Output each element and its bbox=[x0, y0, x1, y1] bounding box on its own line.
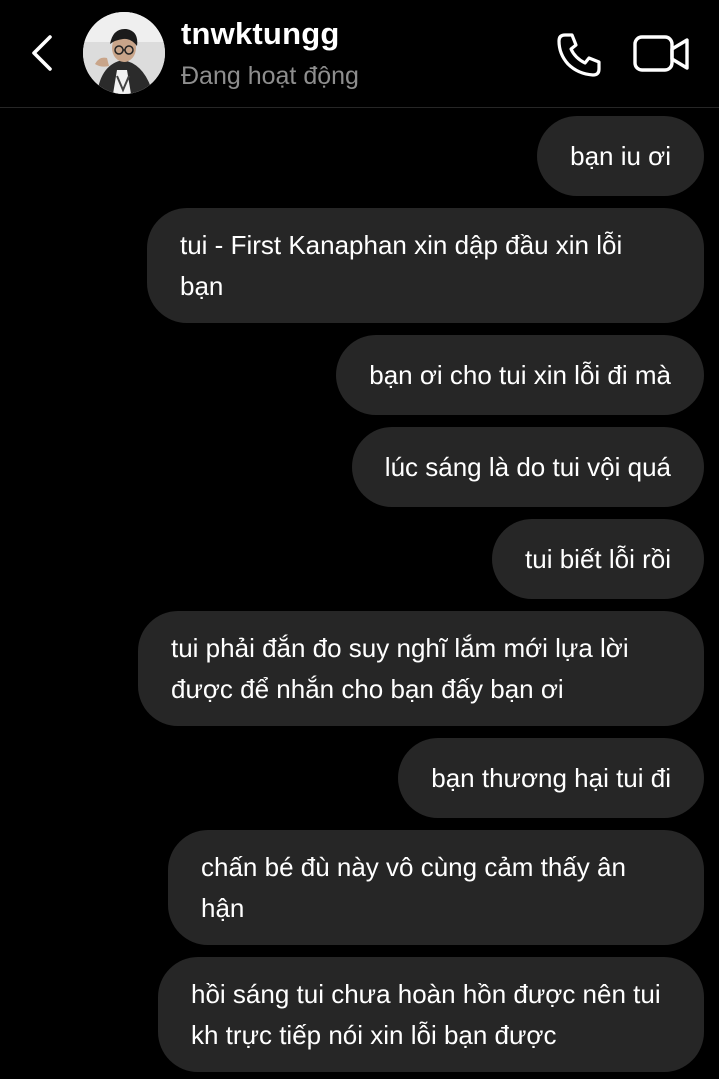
message-text: bạn iu ơi bbox=[570, 140, 671, 171]
message-text: hồi sáng tui chưa hoàn hồn được nên tui … bbox=[191, 978, 661, 1050]
message-bubble: tui - First Kanaphan xin dập đầu xin lỗi… bbox=[147, 208, 704, 323]
message-text: bạn thương hại tui đi bbox=[431, 762, 671, 793]
avatar[interactable] bbox=[83, 12, 165, 94]
message-bubble: chấn bé đù này vô cùng cảm thấy ân hận bbox=[168, 830, 704, 945]
message-text: bạn ơi cho tui xin lỗi đi mà bbox=[369, 359, 671, 390]
chat-header: tnwktungg Đang hoạt động bbox=[0, 0, 719, 108]
message-bubble: lúc sáng là do tui vội quá bbox=[351, 427, 704, 507]
message-text: tui - First Kanaphan xin dập đầu xin lỗi… bbox=[180, 229, 623, 301]
video-camera-icon bbox=[633, 35, 689, 72]
message-bubble: tui biết lỗi rồi bbox=[492, 519, 704, 599]
call-button[interactable] bbox=[554, 30, 604, 80]
chevron-left-icon bbox=[32, 35, 52, 71]
message-bubble: tui phải đắn đo suy nghĩ lắm mới lựa lời… bbox=[138, 611, 704, 726]
message-bubble: bạn iu ơi bbox=[537, 116, 704, 196]
message-text: tui phải đắn đo suy nghĩ lắm mới lựa lời… bbox=[171, 632, 629, 704]
message-bubble: bạn ơi cho tui xin lỗi đi mà bbox=[336, 335, 704, 415]
phone-icon bbox=[557, 33, 601, 77]
message-text: tui biết lỗi rồi bbox=[525, 543, 671, 574]
message-text: chấn bé đù này vô cùng cảm thấy ân hận bbox=[201, 851, 626, 923]
contact-name[interactable]: tnwktungg bbox=[181, 16, 339, 52]
back-button[interactable] bbox=[24, 28, 64, 78]
message-bubble: bạn thương hại tui đi bbox=[398, 738, 704, 818]
active-status: Đang hoạt động bbox=[181, 62, 359, 90]
video-call-button[interactable] bbox=[632, 32, 692, 76]
avatar-photo bbox=[83, 12, 165, 94]
message-bubble: hồi sáng tui chưa hoàn hồn được nên tui … bbox=[158, 957, 704, 1072]
message-text: lúc sáng là do tui vội quá bbox=[384, 451, 671, 482]
